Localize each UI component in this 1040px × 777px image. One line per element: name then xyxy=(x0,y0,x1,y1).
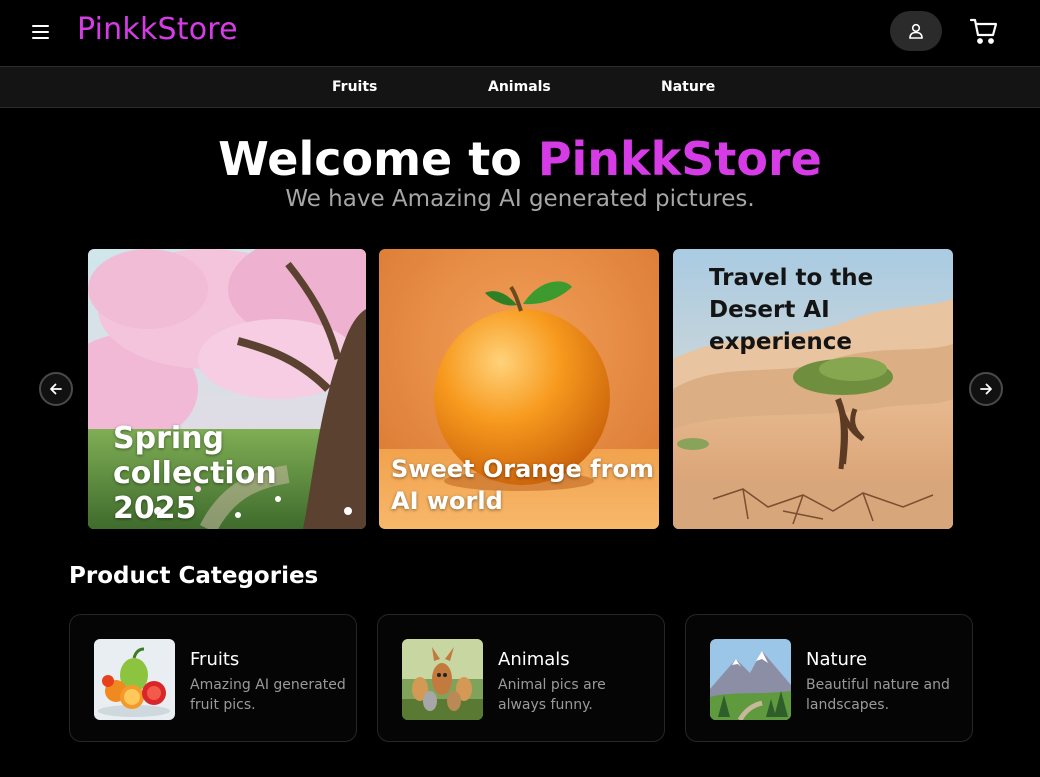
slide-caption: Travel to the Desert AI experience xyxy=(709,265,874,355)
carousel-next-button[interactable] xyxy=(969,372,1003,406)
category-name: Fruits xyxy=(190,649,240,670)
arrow-left-icon xyxy=(50,383,62,395)
category-description: Animal pics are always funny. xyxy=(498,677,606,713)
cart-button[interactable] xyxy=(968,15,1000,47)
carousel-slide[interactable]: Sweet Orange from AI world xyxy=(379,249,659,529)
category-card-animals[interactable]: Animals Animal pics are always funny. xyxy=(377,614,665,742)
nature-thumbnail xyxy=(710,639,791,720)
category-name: Animals xyxy=(498,649,570,670)
arrow-right-icon xyxy=(980,383,992,395)
category-description: Beautiful nature and landscapes. xyxy=(806,677,950,713)
category-card-nature[interactable]: Nature Beautiful nature and landscapes. xyxy=(685,614,973,742)
logo[interactable]: PinkkStore xyxy=(77,12,238,47)
hero-title-prefix: Welcome to xyxy=(218,132,538,186)
category-description: Amazing AI generated fruit pics. xyxy=(190,677,346,713)
cart-icon xyxy=(969,18,998,44)
carousel-slide[interactable]: Spring collection 2025 xyxy=(88,249,366,529)
slide-caption: Spring collection 2025 xyxy=(113,421,277,526)
category-name: Nature xyxy=(806,649,868,670)
category-card-fruits[interactable]: Fruits Amazing AI generated fruit pics. xyxy=(69,614,357,742)
user-icon xyxy=(909,23,923,39)
nav-item-fruits[interactable]: Fruits xyxy=(332,79,377,95)
user-button[interactable] xyxy=(890,11,942,51)
animals-thumbnail xyxy=(402,639,483,720)
header: PinkkStore xyxy=(0,0,1040,66)
hero-subtitle: We have Amazing AI generated pictures. xyxy=(285,186,755,212)
nav-item-nature[interactable]: Nature xyxy=(661,79,715,95)
hamburger-menu-icon[interactable] xyxy=(28,19,54,45)
slide-caption: Sweet Orange from AI world xyxy=(391,455,654,515)
category-nav: Fruits Animals Nature xyxy=(0,66,1040,108)
product-categories-title: Product Categories xyxy=(69,563,319,589)
carousel-slide[interactable]: Travel to the Desert AI experience xyxy=(673,249,953,529)
carousel-prev-button[interactable] xyxy=(39,372,73,406)
hero-title-brand: PinkkStore xyxy=(537,132,822,186)
hero-title: Welcome to PinkkStore xyxy=(0,132,1040,186)
fruits-thumbnail xyxy=(94,639,175,720)
nav-item-animals[interactable]: Animals xyxy=(488,79,551,95)
